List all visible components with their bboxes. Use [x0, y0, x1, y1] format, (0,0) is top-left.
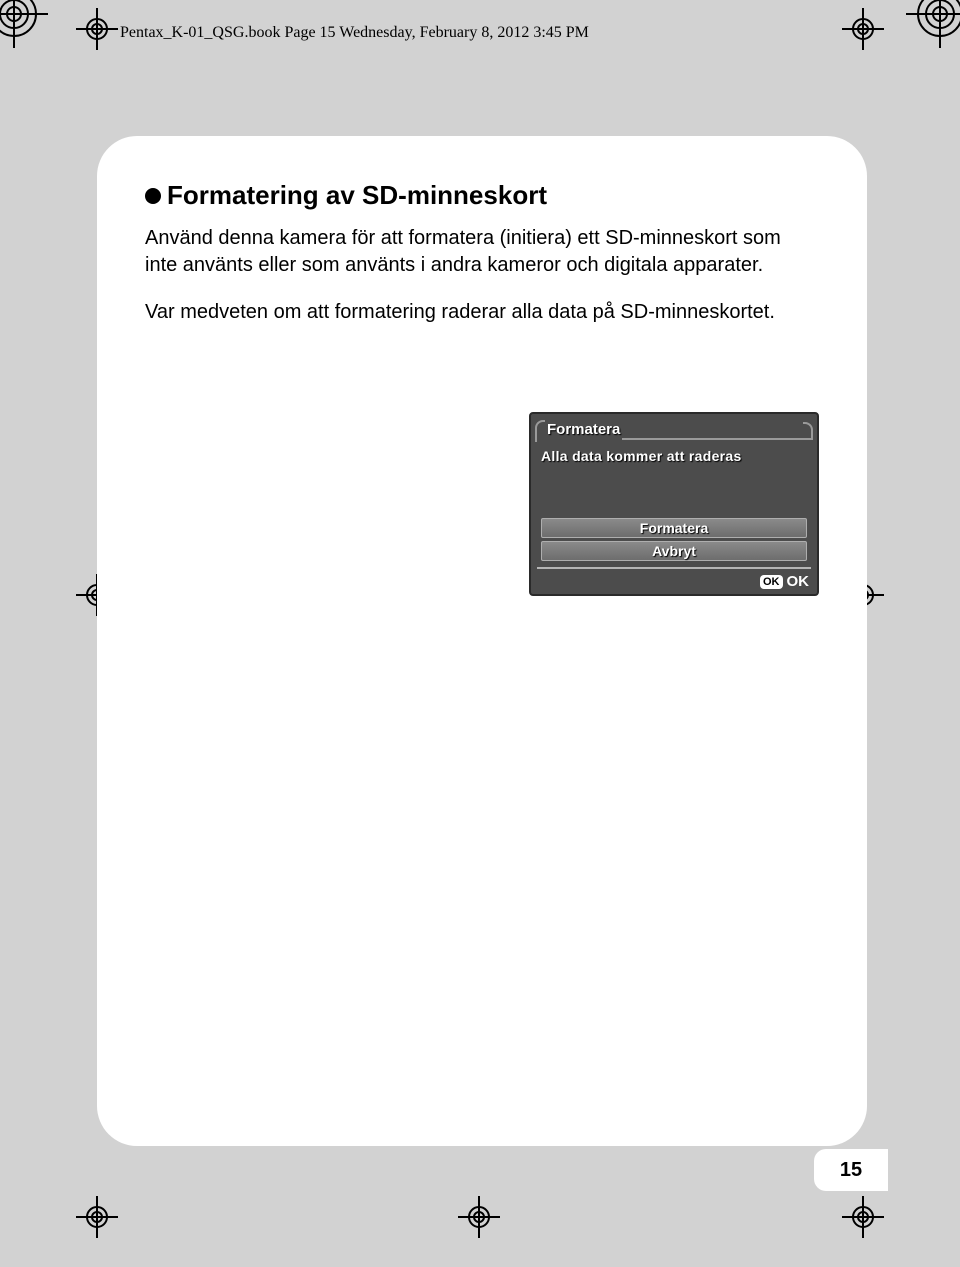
dialog-divider [537, 567, 811, 569]
paragraph-2: Var medveten om att formatering raderar … [145, 299, 805, 326]
section-heading-text: Formatering av SD-minneskort [167, 180, 547, 211]
register-mark-icon [846, 12, 880, 46]
register-mark-icon [462, 1200, 496, 1234]
register-mark-icon [846, 1200, 880, 1234]
ok-badge-icon: OK [760, 575, 783, 589]
bullet-icon [145, 188, 161, 204]
dialog-option-cancel[interactable]: Avbryt [541, 541, 807, 561]
register-mark-icon [80, 1200, 114, 1234]
camera-dialog: Formatera Alla data kommer att raderas F… [529, 412, 819, 596]
dialog-option-format[interactable]: Formatera [541, 518, 807, 538]
dialog-ok-label: OK [787, 573, 810, 590]
print-header-line: Pentax_K-01_QSG.book Page 15 Wednesday, … [120, 24, 589, 42]
dialog-title-tab: Formatera [535, 418, 813, 444]
register-mark-large-icon [0, 0, 44, 44]
dialog-title: Formatera [545, 421, 626, 442]
page-number: 15 [840, 1159, 862, 1182]
register-mark-large-icon [910, 0, 960, 44]
register-mark-icon [80, 12, 114, 46]
section-heading: Formatering av SD-minneskort [145, 180, 819, 211]
dialog-message: Alla data kommer att raderas [535, 444, 813, 518]
page-number-tab: 15 [814, 1149, 888, 1191]
paragraph-1: Använd denna kamera för att formatera (i… [145, 225, 805, 279]
content-card: Formatering av SD-minneskort Använd denn… [97, 136, 867, 1146]
dialog-ok-row: OK OK [535, 571, 813, 592]
